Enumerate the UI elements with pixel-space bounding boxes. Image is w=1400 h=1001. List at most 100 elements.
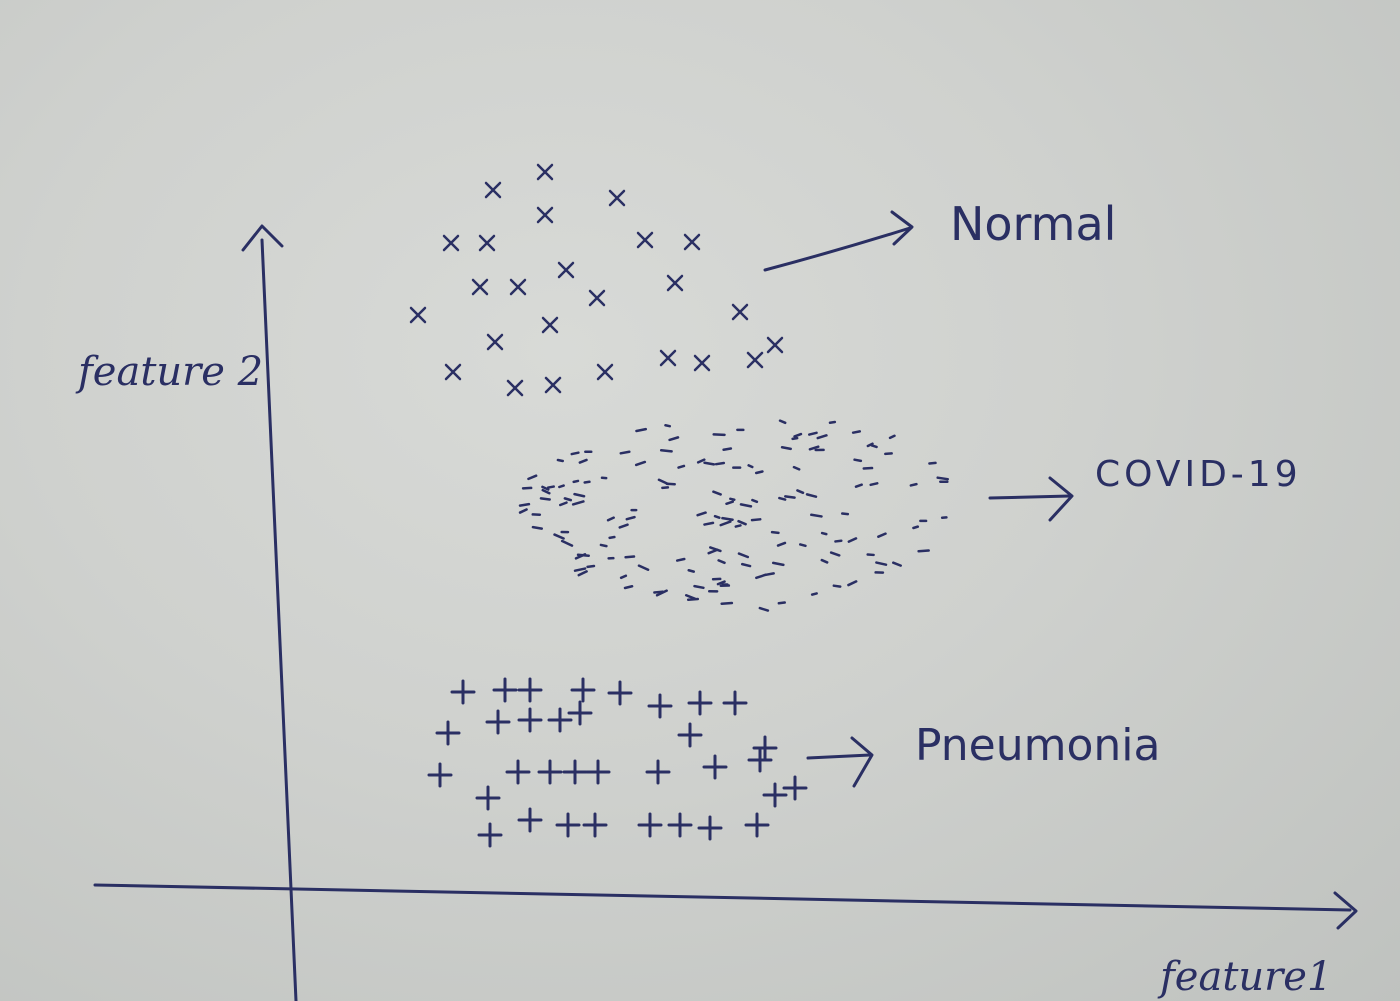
plus-marker — [747, 747, 773, 773]
dash-marker — [810, 592, 818, 596]
dash-marker — [778, 419, 787, 425]
plus-marker — [722, 690, 748, 716]
x-marker — [636, 231, 654, 249]
dash-marker — [624, 555, 636, 559]
dash-marker — [739, 503, 753, 508]
plus-marker — [555, 812, 581, 838]
dash-marker — [570, 451, 580, 456]
x-axis-label: feature1 — [1157, 954, 1332, 1000]
dash-marker — [518, 508, 528, 514]
dash-marker — [928, 461, 937, 465]
dash-marker — [810, 513, 823, 518]
covid-arrow — [988, 494, 1072, 500]
x-marker — [588, 289, 606, 307]
dash-marker — [599, 543, 608, 548]
plus-marker — [517, 677, 543, 703]
dash-marker — [847, 537, 858, 543]
dash-marker — [608, 535, 616, 540]
x-marker — [486, 333, 504, 351]
plus-marker — [505, 759, 531, 785]
dash-marker — [720, 601, 734, 605]
dash-marker — [687, 568, 695, 573]
dash-marker — [828, 420, 837, 425]
dash-marker — [909, 482, 918, 487]
cluster-label-normal: Normal — [950, 197, 1116, 251]
dash-marker — [770, 530, 780, 535]
dash-marker — [619, 574, 628, 580]
x-marker — [442, 234, 460, 252]
dash-marker — [869, 482, 879, 487]
y-axis — [260, 238, 298, 1001]
dash-marker — [847, 580, 858, 587]
dash-marker — [618, 523, 629, 529]
x-marker — [731, 303, 749, 321]
dash-marker — [758, 606, 770, 612]
dash-marker — [725, 500, 735, 506]
dash-marker — [637, 564, 650, 572]
plus-marker — [702, 754, 728, 780]
dash-marker — [912, 525, 920, 530]
plus-marker — [562, 759, 588, 785]
dash-marker — [796, 489, 805, 495]
dash-marker — [563, 497, 573, 502]
dash-marker — [583, 480, 591, 484]
y-axis-label: feature 2 — [75, 349, 263, 395]
plus-marker — [517, 707, 543, 733]
dash-marker — [816, 434, 828, 440]
dash-marker — [668, 436, 680, 442]
x-marker — [766, 336, 784, 354]
plus-marker — [667, 812, 693, 838]
dash-marker — [559, 501, 568, 507]
plus-marker — [752, 735, 778, 761]
dash-marker — [657, 478, 670, 486]
normal-cluster — [409, 163, 784, 397]
plus-marker — [450, 679, 476, 705]
x-marker — [683, 233, 701, 251]
dash-marker — [780, 445, 792, 451]
cluster-label-pneumonia: Pneumonia — [915, 720, 1160, 771]
x-marker — [478, 234, 496, 252]
normal-arrowhead — [890, 210, 914, 246]
x-marker — [693, 354, 711, 372]
plus-marker — [582, 812, 608, 838]
dash-marker — [719, 520, 732, 527]
dash-marker — [527, 474, 538, 481]
dash-marker — [755, 573, 767, 580]
dash-marker — [729, 497, 736, 501]
dash-marker — [661, 486, 670, 490]
paper-sketch: feature 2 feature1 Normal COVID-19 Pneum… — [0, 0, 1400, 1001]
dash-marker — [888, 434, 896, 440]
dash-marker — [892, 561, 902, 567]
pneumonia-cluster — [427, 677, 808, 848]
dash-marker — [558, 484, 565, 489]
dash-marker — [721, 516, 734, 521]
dash-marker — [791, 436, 799, 441]
dash-marker — [586, 564, 596, 569]
dash-marker — [696, 511, 707, 517]
dash-marker — [799, 543, 807, 548]
normal-arrow — [763, 226, 912, 272]
plus-marker — [687, 690, 713, 716]
dash-marker — [737, 519, 747, 526]
dash-marker — [862, 466, 874, 470]
x-axis — [93, 883, 1352, 912]
dash-marker — [751, 498, 759, 504]
dash-marker — [572, 479, 580, 484]
dash-marker — [606, 516, 615, 522]
pneumonia-arrowhead — [850, 736, 874, 788]
dash-marker — [675, 557, 686, 562]
dash-marker — [722, 447, 733, 451]
dash-marker — [764, 572, 775, 577]
dash-marker — [717, 559, 726, 565]
scatter-sketch: feature 2 feature1 Normal COVID-19 Pneum… — [75, 163, 1358, 1001]
plus-marker — [475, 785, 501, 811]
dash-marker — [573, 567, 587, 572]
dash-marker — [518, 502, 531, 507]
x-marker — [596, 363, 614, 381]
dash-marker — [917, 549, 930, 553]
dash-marker — [571, 500, 585, 506]
dash-marker — [750, 518, 762, 522]
dash-marker — [576, 553, 590, 557]
dash-marker — [829, 551, 841, 557]
dash-marker — [619, 450, 631, 455]
